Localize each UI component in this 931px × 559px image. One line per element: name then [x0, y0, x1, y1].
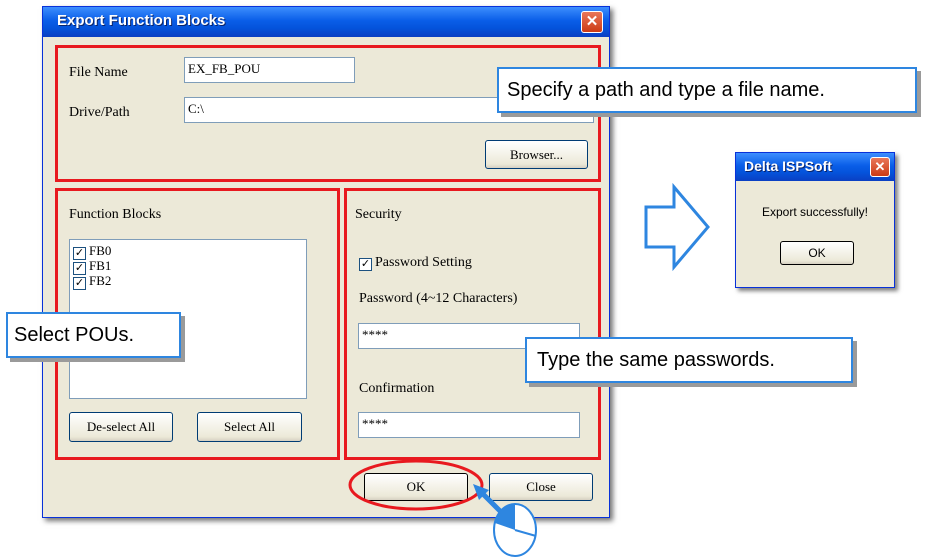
select-all-button[interactable]: Select All	[197, 412, 302, 442]
path-hint-callout: Specify a path and type a file name.	[497, 67, 917, 113]
security-label: Security	[355, 207, 402, 222]
result-dialog: Delta ISPSoft ✕ Export successfully! OK	[735, 152, 895, 288]
drive-path-label: Drive/Path	[69, 105, 130, 120]
file-name-label: File Name	[69, 65, 128, 80]
close-icon[interactable]: ✕	[870, 157, 890, 177]
checkbox-icon[interactable]: ✓	[359, 258, 372, 271]
function-blocks-label: Function Blocks	[69, 207, 162, 222]
title-bar: Export Function Blocks ✕	[43, 7, 609, 37]
deselect-all-button[interactable]: De-select All	[69, 412, 173, 442]
password-setting-label: Password Setting	[375, 255, 472, 270]
confirmation-input[interactable]: ****	[358, 412, 580, 438]
list-item[interactable]: ✓ FB2	[73, 273, 306, 290]
password-setting-checkbox[interactable]: ✓ Password Setting	[359, 255, 472, 271]
list-item[interactable]: ✓ FB1	[73, 258, 306, 275]
password-label: Password (4~12 Characters)	[359, 291, 518, 306]
close-icon[interactable]: ✕	[581, 11, 603, 33]
file-name-input[interactable]: EX_FB_POU	[184, 57, 355, 83]
right-arrow-icon	[644, 182, 710, 272]
result-ok-button[interactable]: OK	[780, 241, 854, 265]
mouse-cursor-icon	[473, 484, 537, 557]
dialog-title: Export Function Blocks	[57, 12, 226, 29]
password-hint-callout: Type the same passwords.	[525, 337, 853, 383]
result-message: Export successfully!	[761, 205, 869, 219]
result-title-bar: Delta ISPSoft ✕	[736, 153, 894, 181]
list-item[interactable]: ✓ FB0	[73, 243, 306, 260]
browser-button[interactable]: Browser...	[485, 140, 588, 169]
confirmation-label: Confirmation	[359, 381, 435, 396]
select-pous-callout: Select POUs.	[6, 312, 181, 358]
result-dialog-title: Delta ISPSoft	[744, 158, 832, 174]
checkbox-icon[interactable]: ✓	[73, 277, 86, 290]
